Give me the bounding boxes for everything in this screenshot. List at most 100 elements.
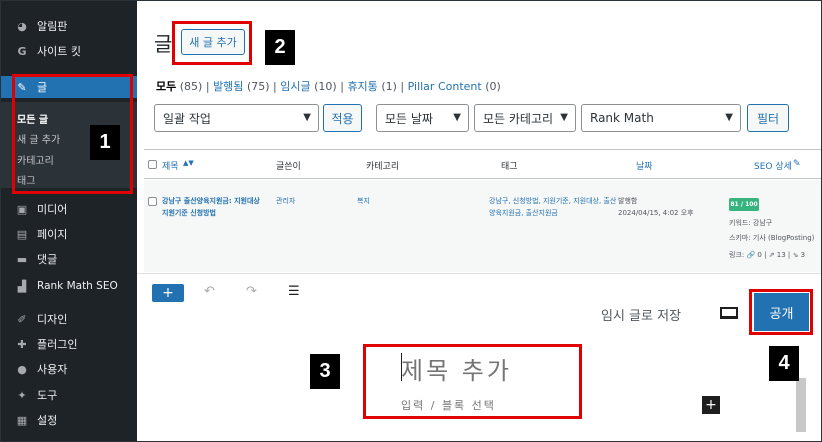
page-icon: ▤ <box>16 227 28 241</box>
sidebar-item-comments[interactable]: ▬ 댓글 <box>1 248 137 270</box>
filter-trash[interactable]: 휴지통 <box>347 80 377 93</box>
sidebar-item-label: 미디어 <box>37 203 68 216</box>
block-inserter-button[interactable]: + <box>152 284 184 302</box>
highlight-box-2 <box>172 21 252 65</box>
annotation-number-3: 3 <box>310 354 340 389</box>
page-title: 글 <box>154 32 173 56</box>
category-filter-select[interactable]: 모든 카테고리 ▼ <box>474 104 576 132</box>
paintbrush-icon: ✐ <box>17 312 27 326</box>
sidebar-item-label: 도구 <box>37 389 58 402</box>
post-status-filters: 모두 (85) | 발행됨 (75) | 임시글 (10) | 휴지통 (1) … <box>156 78 501 94</box>
plugin-icon: ✚ <box>17 337 27 351</box>
sidebar-item-label: 사용자 <box>37 363 68 376</box>
bulk-action-select[interactable]: 일괄 작업 ▼ <box>154 104 319 132</box>
filter-published-count: (75) <box>246 80 270 93</box>
chevron-down-icon: ▼ <box>560 112 568 123</box>
sidebar-item-label: 댓글 <box>37 253 58 266</box>
highlight-box-3 <box>363 344 582 419</box>
rank-math-icon: ▟ <box>17 279 27 293</box>
seo-keyword: 키워드: 강남구 <box>729 219 773 227</box>
sidebar-item-label: 사이트 킷 <box>37 45 81 58</box>
sidebar-item-settings[interactable]: ▦ 설정 <box>1 409 137 431</box>
annotation-number-2: 2 <box>265 30 295 65</box>
rank-math-filter-value: Rank Math <box>590 111 654 125</box>
filter-pillar-count: (0) <box>485 80 501 93</box>
column-date-header[interactable]: 날짜 <box>636 159 653 172</box>
post-category[interactable]: 복지 <box>357 196 370 207</box>
post-tags[interactable]: 강남구, 신청방법, 지원기준, 지원대상, 출산 <box>489 196 616 207</box>
annotation-number-1: 1 <box>90 125 120 160</box>
column-tags-header: 태그 <box>501 162 518 172</box>
date-filter-select[interactable]: 모든 날짜 ▼ <box>376 104 469 132</box>
user-icon: ● <box>17 362 27 376</box>
wrench-icon: ✦ <box>17 388 27 402</box>
post-date: 2024/04/15, 4:02 오후 <box>618 209 694 217</box>
select-all-checkbox[interactable] <box>148 160 157 169</box>
chevron-down-icon: ▼ <box>453 112 461 123</box>
filter-published[interactable]: 발행됨 <box>213 80 243 93</box>
filter-button[interactable]: 필터 <box>747 104 789 132</box>
filter-all[interactable]: 모두 <box>156 80 176 93</box>
column-title-header[interactable]: 제목 <box>162 159 179 172</box>
seo-links: 링크: 🔗 0 | ⇗ 13 | ⇘ 3 <box>729 251 806 259</box>
table-row: 강남구 출산양육지원금: 지원대상 지원기준 신청방법 관리자 복지 강남구, … <box>144 180 821 272</box>
sidebar-item-label: 플러그인 <box>37 338 78 351</box>
row-checkbox[interactable] <box>148 197 157 206</box>
editor-scrollbar[interactable] <box>796 378 806 432</box>
sidebar-item-pages[interactable]: ▤ 페이지 <box>1 223 137 245</box>
chevron-down-icon: ▼ <box>303 112 311 123</box>
pencil-icon: ✎ <box>793 159 801 169</box>
sidebar-item-media[interactable]: ▣ 미디어 <box>1 198 137 220</box>
filter-separator: | <box>400 80 405 93</box>
google-g-icon: G <box>17 44 27 58</box>
filter-drafts-count: (10) <box>314 80 337 93</box>
sidebar-item-label: Rank Math SEO <box>37 280 118 292</box>
filter-separator: | <box>340 80 344 93</box>
dashboard-icon: ◕ <box>17 19 27 33</box>
undo-icon[interactable]: ↶ <box>204 284 215 299</box>
redo-icon[interactable]: ↷ <box>246 284 257 299</box>
post-title-link[interactable]: 강남구 출산양육지원금: 지원대상 <box>162 196 260 207</box>
sidebar-item-label: 알림판 <box>37 20 68 33</box>
sort-icon: ▲▼ <box>183 159 194 167</box>
category-filter-value: 모든 카테고리 <box>483 111 554 126</box>
post-author[interactable]: 관리자 <box>276 196 295 207</box>
highlight-box-4 <box>749 289 813 335</box>
sidebar-item-label: 페이지 <box>37 228 68 241</box>
chevron-down-icon: ▼ <box>725 112 733 123</box>
sidebar-item-users[interactable]: ● 사용자 <box>1 358 137 380</box>
annotation-number-4: 4 <box>769 346 799 381</box>
sidebar-item-appearance[interactable]: ✐ 디자인 <box>1 308 137 330</box>
add-block-button[interactable]: + <box>702 396 720 414</box>
filter-trash-count: (1) <box>381 80 397 93</box>
sidebar-item-dashboard[interactable]: ◕ 알림판 <box>1 15 137 37</box>
preview-laptop-icon[interactable] <box>720 307 738 319</box>
post-tags-line2[interactable]: 양육지원금, 출산지원금 <box>489 208 558 219</box>
filter-separator: | <box>273 80 277 93</box>
settings-icon: ▦ <box>16 413 28 427</box>
sidebar-item-rank-math[interactable]: ▟ Rank Math SEO <box>1 275 137 297</box>
comment-icon: ▬ <box>16 252 28 266</box>
column-seo-header: SEO 상세 <box>754 162 792 172</box>
sidebar-item-tools[interactable]: ✦ 도구 <box>1 384 137 406</box>
filter-all-count: (85) <box>179 80 203 93</box>
sidebar-item-label: 설정 <box>37 414 58 427</box>
apply-button[interactable]: 적용 <box>323 104 362 132</box>
sidebar-item-site-kit[interactable]: G 사이트 킷 <box>1 40 137 62</box>
column-categories-header: 카테고리 <box>366 162 400 172</box>
bulk-action-value: 일괄 작업 <box>163 111 211 126</box>
filter-drafts[interactable]: 임시글 <box>280 80 310 93</box>
document-outline-icon[interactable]: ☰ <box>288 284 300 299</box>
post-date-status: 발행함 <box>618 197 638 205</box>
sidebar-item-plugins[interactable]: ✚ 플러그인 <box>1 333 137 355</box>
posts-table-header: 제목 ▲▼ 글쓴이 카테고리 태그 날짜 SEO 상세 ✎ <box>144 149 821 179</box>
column-author-header: 글쓴이 <box>276 162 301 172</box>
sidebar-item-label: 디자인 <box>37 313 68 326</box>
screenshot-frame: ◕ 알림판 G 사이트 킷 ✎ 글 모든 글 새 글 추가 카테고리 태그 ▣ … <box>0 0 822 442</box>
post-title-link-line2[interactable]: 지원기준 신청방법 <box>162 208 216 219</box>
media-icon: ▣ <box>16 202 28 216</box>
rank-math-filter-select[interactable]: Rank Math ▼ <box>581 104 741 132</box>
save-draft-button[interactable]: 임시 글로 저장 <box>601 305 681 324</box>
seo-schema: 스키마: 기사 (BlogPosting) <box>729 234 815 242</box>
filter-pillar[interactable]: Pillar Content <box>408 80 482 93</box>
